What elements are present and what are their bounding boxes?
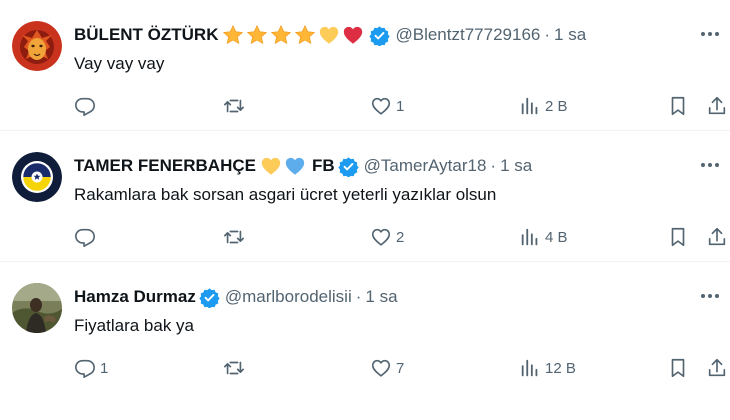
heart-icon [370,226,392,248]
timestamp[interactable]: 1 sa [500,156,532,176]
bookmark-icon [667,95,689,117]
bookmark-icon [667,226,689,248]
display-name[interactable]: Hamza Durmaz [74,287,196,307]
view-count: 4 B [545,228,568,246]
reply-button[interactable] [74,93,100,119]
user-handle[interactable]: @TamerAytar18 [364,156,487,176]
more-options-icon[interactable] [698,155,722,175]
tweet-actions: 1 2 B [0,93,730,119]
bookmark-button[interactable] [667,93,689,119]
user-handle[interactable]: @marlborodelisii [225,287,352,307]
share-icon [706,357,728,379]
tweet[interactable]: Hamza Durmaz @marlborodelisii · 1 sa Fiy… [0,262,730,393]
reply-feed: BÜLENT ÖZTÜRK @Blentzt77729166 · 1 sa Va… [0,0,730,393]
blue-heart-emoji-icon [284,155,306,177]
verified-badge-icon[interactable] [199,287,220,308]
analytics-icon [519,95,541,117]
share-button[interactable] [706,93,728,119]
like-count: 1 [396,97,405,115]
like-button[interactable]: 1 [370,93,404,119]
retweet-button[interactable] [222,224,250,250]
tweet-header: TAMER FENERBAHÇE FB @TamerAytar18 · 1 sa [74,153,532,179]
like-button[interactable]: 2 [370,224,404,250]
bookmark-icon [667,357,689,379]
name-emojis [260,155,308,177]
star-emoji-icon [294,24,316,46]
tweet-text: Vay vay vay [74,54,165,73]
heart-icon [370,95,392,117]
like-count: 7 [396,359,405,377]
user-handle[interactable]: @Blentzt77729166 [395,25,540,45]
separator-dot: · [355,287,362,306]
name-emojis [222,24,366,46]
yellow-heart-emoji-icon [318,24,340,46]
share-button[interactable] [706,355,728,381]
reply-icon [74,95,96,117]
share-button[interactable] [706,224,728,250]
view-count: 2 B [545,97,568,115]
views-button[interactable]: 4 B [519,224,568,250]
red-heart-emoji-icon [342,24,364,46]
display-name[interactable]: BÜLENT ÖZTÜRK [74,25,218,45]
verified-badge-icon[interactable] [337,156,359,177]
analytics-icon [519,226,541,248]
retweet-icon [222,357,246,379]
bookmark-button[interactable] [667,355,689,381]
yellow-heart-emoji-icon [260,155,282,177]
lion-avatar[interactable] [12,21,62,71]
display-name-suffix[interactable]: FB [312,156,335,176]
retweet-icon [222,95,246,117]
views-button[interactable]: 12 B [519,355,576,381]
retweet-button[interactable] [222,355,250,381]
analytics-icon [519,357,541,379]
star-emoji-icon [246,24,268,46]
reply-button[interactable] [74,224,100,250]
separator-dot: · [490,156,497,175]
tweet-header: Hamza Durmaz @marlborodelisii · 1 sa [74,284,398,310]
reply-count: 1 [100,359,109,377]
timestamp[interactable]: 1 sa [554,25,586,45]
retweet-button[interactable] [222,93,250,119]
more-options-icon[interactable] [698,286,722,306]
reply-button[interactable]: 1 [74,355,108,381]
display-name[interactable]: TAMER FENERBAHÇE [74,156,256,176]
verified-badge-icon[interactable] [369,25,391,46]
share-icon [706,95,728,117]
more-options-icon[interactable] [698,24,722,44]
fenerbahce-crest-avatar[interactable] [12,152,62,202]
tweet[interactable]: TAMER FENERBAHÇE FB @TamerAytar18 · 1 sa… [0,131,730,262]
bookmark-button[interactable] [667,224,689,250]
reply-icon [74,226,96,248]
retweet-icon [222,226,246,248]
tweet-actions: 1 7 12 B [0,355,730,381]
tweet-actions: 2 4 B [0,224,730,250]
timestamp[interactable]: 1 sa [365,287,397,307]
reply-icon [74,357,96,379]
photo-avatar[interactable] [12,283,62,333]
share-icon [706,226,728,248]
view-count: 12 B [545,359,576,377]
like-button[interactable]: 7 [370,355,404,381]
tweet[interactable]: BÜLENT ÖZTÜRK @Blentzt77729166 · 1 sa Va… [0,0,730,131]
heart-icon [370,357,392,379]
tweet-text: Fiyatlara bak ya [74,316,194,335]
star-emoji-icon [270,24,292,46]
views-button[interactable]: 2 B [519,93,568,119]
like-count: 2 [396,228,405,246]
star-emoji-icon [222,24,244,46]
tweet-text: Rakamlara bak sorsan asgari ücret yeterl… [74,185,497,204]
tweet-header: BÜLENT ÖZTÜRK @Blentzt77729166 · 1 sa [74,22,586,48]
separator-dot: · [544,25,551,44]
